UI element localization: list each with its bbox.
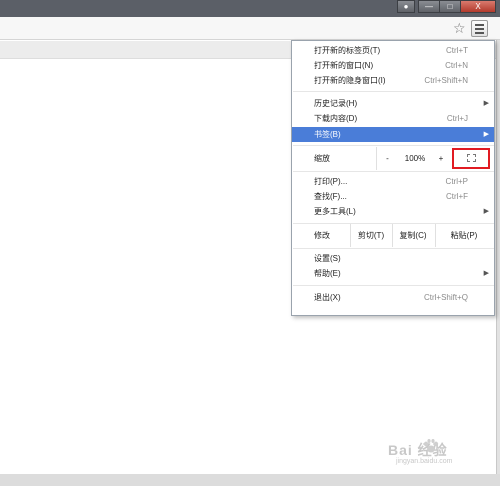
fullscreen-icon bbox=[467, 154, 476, 162]
menu-item-label: 打印(P)... bbox=[314, 177, 348, 186]
menu-separator bbox=[293, 145, 494, 146]
menu-item-label: 打开新的标签页(T) bbox=[314, 46, 381, 55]
window-right-border bbox=[496, 40, 500, 474]
menu-item-shortcut: Ctrl+F bbox=[446, 192, 468, 201]
menu-item-print[interactable]: 打印(P)... Ctrl+P bbox=[292, 174, 494, 189]
window-controls: ● — □ X bbox=[397, 0, 496, 13]
zoom-label: 缩放 bbox=[314, 154, 330, 163]
menu-item-help[interactable]: 帮助(E) ▶ bbox=[292, 266, 494, 281]
baidu-paw-logo-icon bbox=[424, 439, 438, 453]
menu-bar-icon bbox=[475, 32, 484, 34]
menu-item-label: 打开新的隐身窗口(I) bbox=[314, 76, 386, 85]
menu-item-shortcut: Ctrl+T bbox=[446, 46, 468, 55]
menu-item-exit[interactable]: 退出(X) Ctrl+Shift+Q bbox=[292, 290, 494, 305]
chrome-menu-button[interactable] bbox=[471, 20, 488, 37]
menu-separator bbox=[293, 171, 494, 172]
menu-item-shortcut: Ctrl+Shift+Q bbox=[423, 293, 468, 302]
window-bottom-border bbox=[0, 474, 500, 486]
menu-item-new-tab[interactable]: 打开新的标签页(T) Ctrl+T bbox=[292, 43, 494, 58]
menu-item-downloads[interactable]: 下载内容(D) Ctrl+J bbox=[292, 111, 494, 126]
submenu-arrow-icon: ▶ bbox=[483, 100, 489, 107]
menu-item-history[interactable]: 历史记录(H) ▶ bbox=[292, 96, 494, 111]
zoom-out-button[interactable]: - bbox=[376, 147, 398, 170]
menu-item-shortcut: Ctrl+Shift+N bbox=[424, 76, 468, 85]
user-icon[interactable]: ● bbox=[397, 0, 415, 13]
browser-toolbar: ☆ bbox=[0, 17, 500, 40]
menu-separator bbox=[293, 91, 494, 92]
menu-item-more-tools[interactable]: 更多工具(L) ▶ bbox=[292, 204, 494, 219]
menu-item-shortcut: Ctrl+J bbox=[446, 114, 468, 123]
menu-item-label: 退出(X) bbox=[314, 293, 341, 302]
zoom-level: 100% bbox=[404, 154, 426, 163]
watermark-url: jingyan.baidu.com bbox=[396, 458, 453, 465]
fullscreen-button[interactable] bbox=[452, 148, 490, 169]
bookmark-star-icon[interactable]: ☆ bbox=[453, 20, 466, 36]
minimize-button[interactable]: — bbox=[418, 0, 440, 13]
menu-item-new-incognito-window[interactable]: 打开新的隐身窗口(I) Ctrl+Shift+N bbox=[292, 73, 494, 88]
menu-item-label: 设置(S) bbox=[314, 254, 341, 263]
close-button[interactable]: X bbox=[460, 0, 496, 13]
menu-item-label: 打开新的窗口(N) bbox=[314, 61, 374, 70]
zoom-row: 缩放 - 100% + bbox=[292, 147, 494, 170]
copy-button[interactable]: 复制(C) bbox=[393, 224, 433, 247]
paste-button[interactable]: 粘贴(P) bbox=[436, 224, 492, 247]
menu-item-label: 书签(B) bbox=[314, 130, 341, 139]
menu-item-new-window[interactable]: 打开新的窗口(N) Ctrl+N bbox=[292, 58, 494, 73]
submenu-arrow-icon: ▶ bbox=[483, 270, 489, 277]
menu-item-label: 查找(F)... bbox=[314, 192, 347, 201]
cut-button[interactable]: 剪切(T) bbox=[351, 224, 391, 247]
edit-label: 修改 bbox=[314, 231, 330, 240]
menu-item-label: 下载内容(D) bbox=[314, 114, 358, 123]
menu-bar-icon bbox=[475, 24, 484, 26]
menu-item-find[interactable]: 查找(F)... Ctrl+F bbox=[292, 189, 494, 204]
submenu-arrow-icon: ▶ bbox=[483, 131, 489, 138]
menu-item-shortcut: Ctrl+P bbox=[445, 177, 468, 186]
menu-item-label: 帮助(E) bbox=[314, 269, 341, 278]
menu-separator bbox=[293, 248, 494, 249]
menu-item-settings[interactable]: 设置(S) bbox=[292, 251, 494, 266]
menu-item-label: 更多工具(L) bbox=[314, 207, 356, 216]
window-titlebar: ● — □ X bbox=[0, 0, 500, 17]
menu-item-bookmarks[interactable]: 书签(B) ▶ bbox=[292, 127, 494, 142]
menu-item-label: 历史记录(H) bbox=[314, 99, 358, 108]
maximize-button[interactable]: □ bbox=[439, 0, 461, 13]
menu-bar-icon bbox=[475, 28, 484, 30]
edit-row: 修改 剪切(T) 复制(C) 粘贴(P) bbox=[292, 224, 494, 247]
menu-separator bbox=[293, 285, 494, 286]
chrome-main-menu: 打开新的标签页(T) Ctrl+T 打开新的窗口(N) Ctrl+N 打开新的隐… bbox=[291, 40, 495, 316]
zoom-in-button[interactable]: + bbox=[432, 147, 450, 170]
submenu-arrow-icon: ▶ bbox=[483, 208, 489, 215]
menu-item-shortcut: Ctrl+N bbox=[445, 61, 468, 70]
